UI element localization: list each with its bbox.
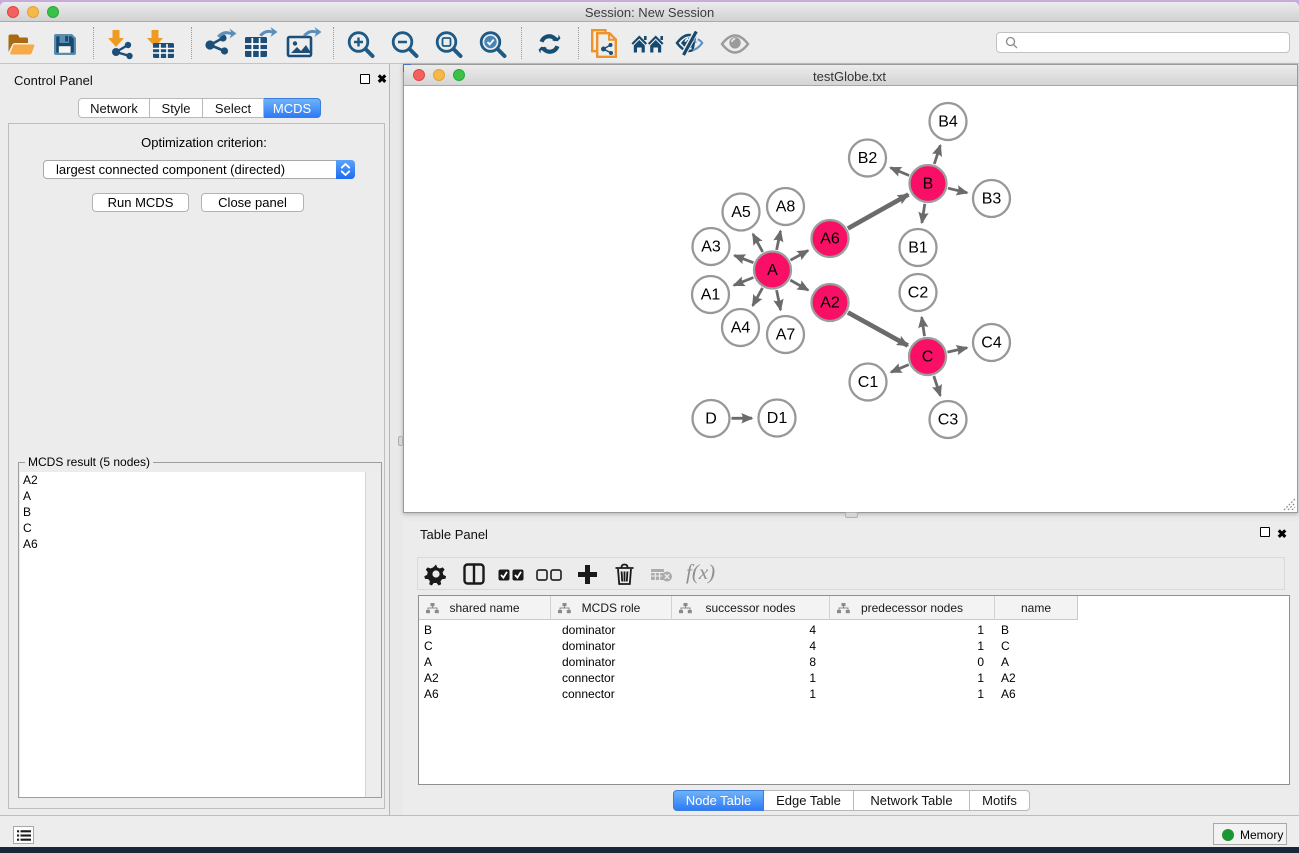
svg-text:A3: A3 (701, 239, 721, 256)
svg-text:A7: A7 (776, 327, 796, 344)
svg-text:C4: C4 (981, 335, 1002, 352)
svg-text:D: D (705, 411, 717, 428)
svg-text:A5: A5 (731, 204, 751, 221)
svg-text:C1: C1 (858, 374, 879, 391)
svg-text:C2: C2 (908, 285, 929, 302)
svg-text:C: C (922, 349, 934, 366)
svg-text:B2: B2 (858, 150, 878, 167)
svg-text:B3: B3 (982, 191, 1002, 208)
svg-text:C3: C3 (938, 412, 959, 429)
svg-text:A1: A1 (701, 287, 721, 304)
svg-text:A4: A4 (731, 320, 751, 337)
svg-text:D1: D1 (767, 410, 788, 427)
svg-text:A8: A8 (776, 199, 796, 216)
svg-text:A2: A2 (820, 295, 840, 312)
svg-text:B4: B4 (938, 114, 958, 131)
svg-text:B1: B1 (908, 240, 928, 257)
svg-text:A6: A6 (820, 231, 840, 248)
svg-text:B: B (923, 176, 934, 193)
svg-text:A: A (767, 262, 778, 279)
